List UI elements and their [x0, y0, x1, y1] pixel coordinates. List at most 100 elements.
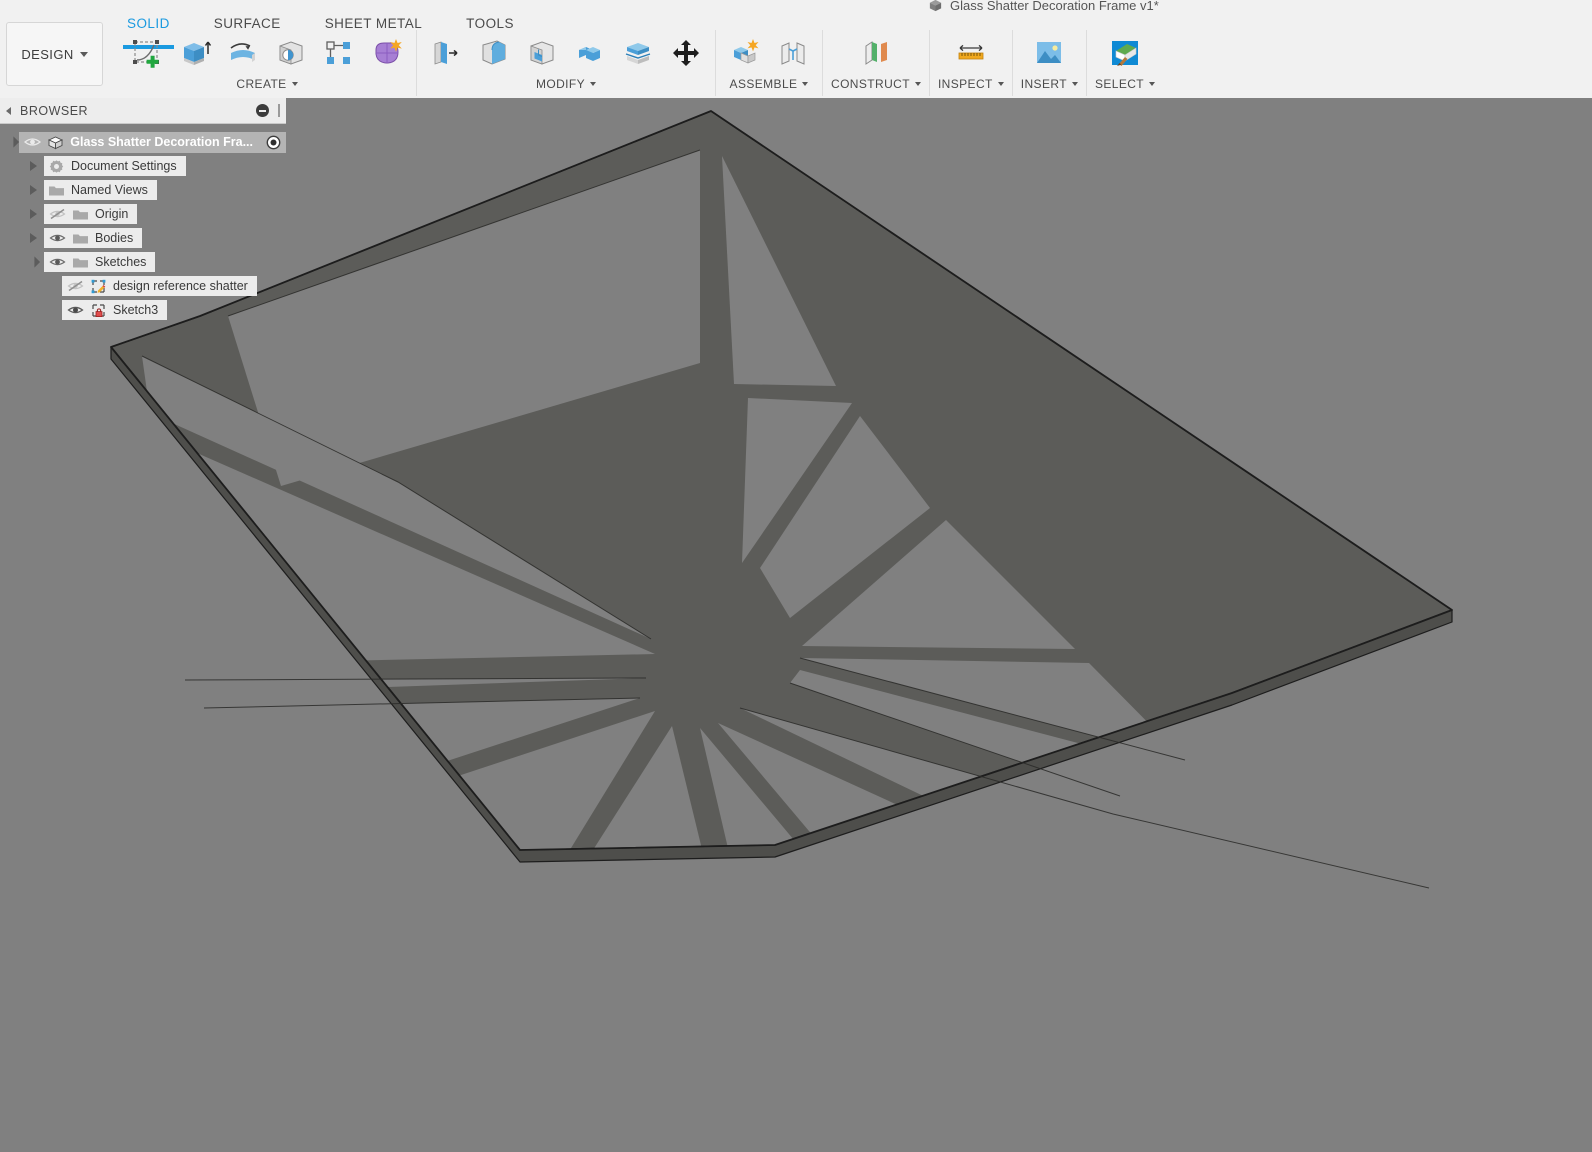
tree-item-sketch3[interactable]: Sketch3 — [62, 300, 167, 320]
visibility-toggle-design-reference-shatter[interactable] — [66, 280, 84, 292]
panel-create: CREATE — [118, 30, 416, 96]
combine-button[interactable] — [569, 31, 611, 75]
tree-row-root[interactable]: Glass Shatter Decoration Fra... — [0, 130, 286, 154]
drag-grip-icon[interactable] — [278, 104, 280, 117]
tree-row-sketches[interactable]: Sketches — [0, 250, 286, 274]
create-sketch-icon — [130, 36, 164, 70]
revolve-button[interactable] — [222, 31, 264, 75]
tree-item-design-reference-shatter[interactable]: design reference shatter — [62, 276, 257, 296]
joint-icon — [776, 36, 810, 70]
tree-item-label: Sketches — [95, 255, 146, 269]
ribbon-panels: CREATE — [118, 30, 1592, 96]
offset-plane-button[interactable] — [853, 31, 899, 75]
revolve-icon — [226, 36, 260, 70]
create-form-icon — [370, 36, 404, 70]
panel-insert-label[interactable]: INSERT — [1021, 77, 1078, 91]
sketch-locked-icon — [90, 303, 107, 318]
eye-off-icon — [49, 208, 66, 220]
chevron-down-icon — [1072, 82, 1078, 86]
hole-button[interactable] — [270, 31, 312, 75]
offset-plane-icon — [859, 36, 893, 70]
chevron-down-icon — [80, 52, 88, 57]
panel-select-label[interactable]: SELECT — [1095, 77, 1155, 91]
fillet-icon — [477, 36, 511, 70]
tree-row-sketch3[interactable]: Sketch3 — [0, 298, 286, 322]
component-cube-icon — [47, 135, 64, 150]
tree-row-design-reference-shatter[interactable]: design reference shatter — [0, 274, 286, 298]
browser-title: BROWSER — [20, 104, 88, 118]
eye-off-icon — [67, 280, 84, 292]
expand-toggle-sketches[interactable] — [22, 258, 44, 266]
tree-row-named-views[interactable]: Named Views — [0, 178, 286, 202]
create-sketch-button[interactable] — [126, 31, 168, 75]
visibility-toggle-origin[interactable] — [48, 208, 66, 220]
tree-item-label: Origin — [95, 207, 128, 221]
visibility-toggle-sketch3[interactable] — [66, 304, 84, 316]
insert-image-button[interactable] — [1026, 31, 1072, 75]
eye-icon — [24, 136, 41, 148]
visibility-toggle-root[interactable] — [23, 136, 41, 148]
press-pull-button[interactable] — [425, 31, 467, 75]
expand-toggle-named-views[interactable] — [22, 185, 44, 195]
collapse-left-icon[interactable] — [6, 107, 11, 115]
expand-toggle-origin[interactable] — [22, 209, 44, 219]
folder-icon — [48, 183, 65, 198]
root-component[interactable]: Glass Shatter Decoration Fra... — [19, 132, 286, 153]
panel-assemble-label[interactable]: ASSEMBLE — [730, 77, 809, 91]
visibility-toggle-bodies[interactable] — [48, 232, 66, 244]
press-pull-icon — [429, 36, 463, 70]
extrude-button[interactable] — [174, 31, 216, 75]
tree-item-origin[interactable]: Origin — [44, 204, 137, 224]
workspace-switcher[interactable]: DESIGN — [6, 22, 103, 86]
panel-assemble: ASSEMBLE — [715, 30, 822, 96]
browser-header: BROWSER — [0, 98, 286, 124]
chevron-down-icon — [1149, 82, 1155, 86]
rectangular-pattern-icon — [322, 36, 356, 70]
split-face-icon — [621, 36, 655, 70]
move-copy-button[interactable] — [665, 31, 707, 75]
fillet-button[interactable] — [473, 31, 515, 75]
tree-item-bodies[interactable]: Bodies — [44, 228, 142, 248]
measure-button[interactable] — [948, 31, 994, 75]
minus-circle-icon[interactable] — [256, 104, 269, 117]
panel-modify-label[interactable]: MODIFY — [536, 77, 596, 91]
activate-radio-icon[interactable] — [265, 135, 282, 150]
panel-inspect: INSPECT — [929, 30, 1012, 96]
select-button[interactable] — [1102, 31, 1148, 75]
shell-button[interactable] — [521, 31, 563, 75]
expand-toggle-bodies[interactable] — [22, 233, 44, 243]
fusion360-window: DESIGN SOLID SURFACE SHEET METAL TOOLS G… — [0, 0, 1592, 1152]
panel-inspect-label[interactable]: INSPECT — [938, 77, 1004, 91]
tree-row-bodies[interactable]: Bodies — [0, 226, 286, 250]
select-paint-icon — [1108, 36, 1142, 70]
extrude-icon — [178, 36, 212, 70]
tree-row-document-settings[interactable]: Document Settings — [0, 154, 286, 178]
chevron-down-icon — [915, 82, 921, 86]
new-component-button[interactable] — [724, 31, 766, 75]
eye-icon — [67, 304, 84, 316]
panel-select: SELECT — [1086, 30, 1163, 96]
panel-create-label[interactable]: CREATE — [236, 77, 297, 91]
tree-row-origin[interactable]: Origin — [0, 202, 286, 226]
split-face-button[interactable] — [617, 31, 659, 75]
visibility-toggle-sketches[interactable] — [48, 256, 66, 268]
rectangular-pattern-button[interactable] — [318, 31, 360, 75]
shell-icon — [525, 36, 559, 70]
expand-toggle-root[interactable] — [4, 138, 19, 146]
workspace-label: DESIGN — [21, 47, 73, 62]
root-component-label: Glass Shatter Decoration Fra... — [70, 135, 253, 149]
panel-construct-label[interactable]: CONSTRUCT — [831, 77, 921, 91]
document-tab[interactable]: Glass Shatter Decoration Frame v1* — [928, 0, 1159, 16]
joint-button[interactable] — [772, 31, 814, 75]
tree-item-label: design reference shatter — [113, 279, 248, 293]
tree-item-label: Sketch3 — [113, 303, 158, 317]
create-form-button[interactable] — [366, 31, 408, 75]
tree-item-label: Document Settings — [71, 159, 177, 173]
tree-item-sketches[interactable]: Sketches — [44, 252, 155, 272]
insert-image-icon — [1032, 36, 1066, 70]
expand-toggle-document-settings[interactable] — [22, 161, 44, 171]
tree-item-document-settings[interactable]: Document Settings — [44, 156, 186, 176]
tree-item-named-views[interactable]: Named Views — [44, 180, 157, 200]
chevron-down-icon — [590, 82, 596, 86]
document-tab-title: Glass Shatter Decoration Frame v1* — [950, 0, 1159, 13]
